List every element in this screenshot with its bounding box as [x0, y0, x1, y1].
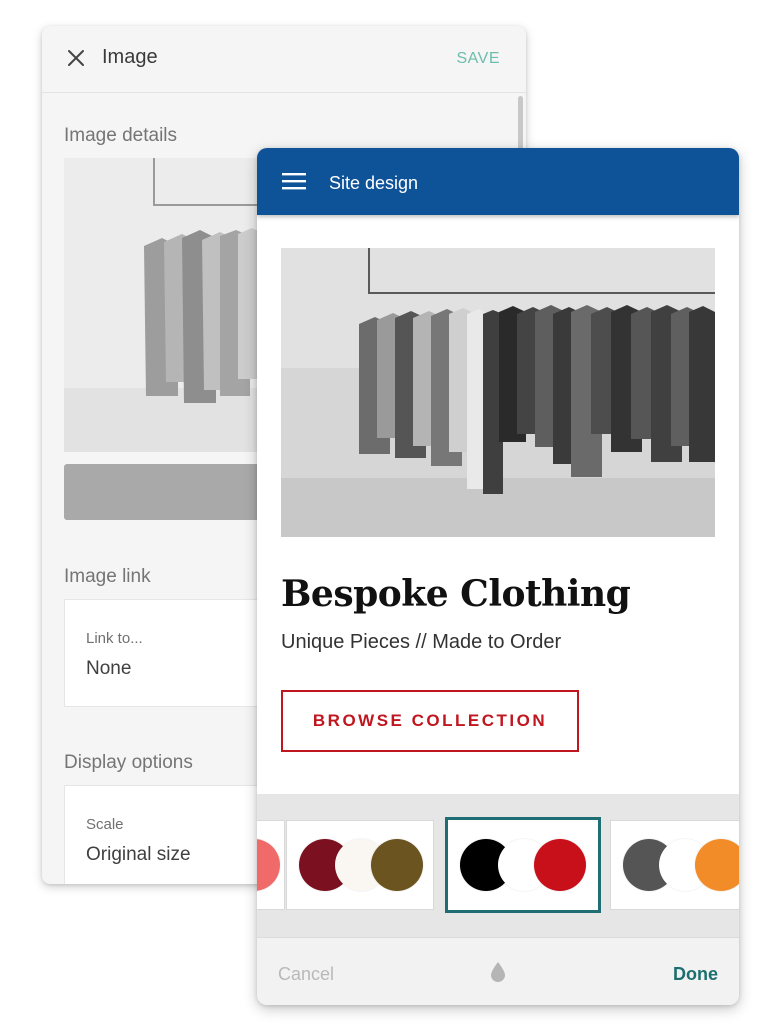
image-panel-title: Image	[102, 46, 158, 68]
site-preview: Bespoke Clothing Unique Pieces // Made t…	[257, 215, 739, 794]
palette-option-2[interactable]	[286, 820, 434, 910]
browse-collection-button[interactable]: BROWSE COLLECTION	[281, 690, 579, 752]
cancel-button[interactable]: Cancel	[278, 964, 334, 985]
palette-option-3-selected[interactable]	[445, 817, 601, 913]
image-details-title: Image details	[64, 125, 178, 146]
palette-picker	[257, 794, 739, 937]
scale-field-label: Scale	[86, 816, 124, 833]
hero-image	[281, 248, 715, 537]
display-options-title: Display options	[64, 752, 193, 773]
link-field-value: None	[86, 658, 132, 679]
hero-subtitle: Unique Pieces // Made to Order	[281, 631, 562, 653]
close-icon[interactable]	[66, 48, 86, 68]
link-field-label: Link to...	[86, 630, 143, 647]
palette-color-circle	[371, 839, 423, 891]
palette-color-circle	[257, 839, 280, 891]
hero-title: Bespoke Clothing	[281, 573, 631, 615]
save-button[interactable]: SAVE	[457, 50, 501, 68]
scale-field-value: Original size	[86, 844, 191, 865]
done-button[interactable]: Done	[673, 964, 718, 985]
site-design-header: Site design	[257, 148, 739, 215]
site-design-panel: Site design Bespoke Clothing Unique Piec…	[257, 148, 739, 1005]
site-design-footer: Cancel Done	[257, 937, 739, 1005]
palette-color-circle	[695, 839, 739, 891]
palette-option-4[interactable]	[610, 820, 739, 910]
site-design-title: Site design	[329, 173, 419, 193]
menu-icon[interactable]	[282, 171, 306, 191]
drop-icon[interactable]	[489, 961, 507, 983]
image-panel-header: Image SAVE	[42, 26, 526, 93]
palette-option-1[interactable]	[257, 820, 285, 910]
palette-color-circle	[534, 839, 586, 891]
image-link-title: Image link	[64, 566, 151, 587]
